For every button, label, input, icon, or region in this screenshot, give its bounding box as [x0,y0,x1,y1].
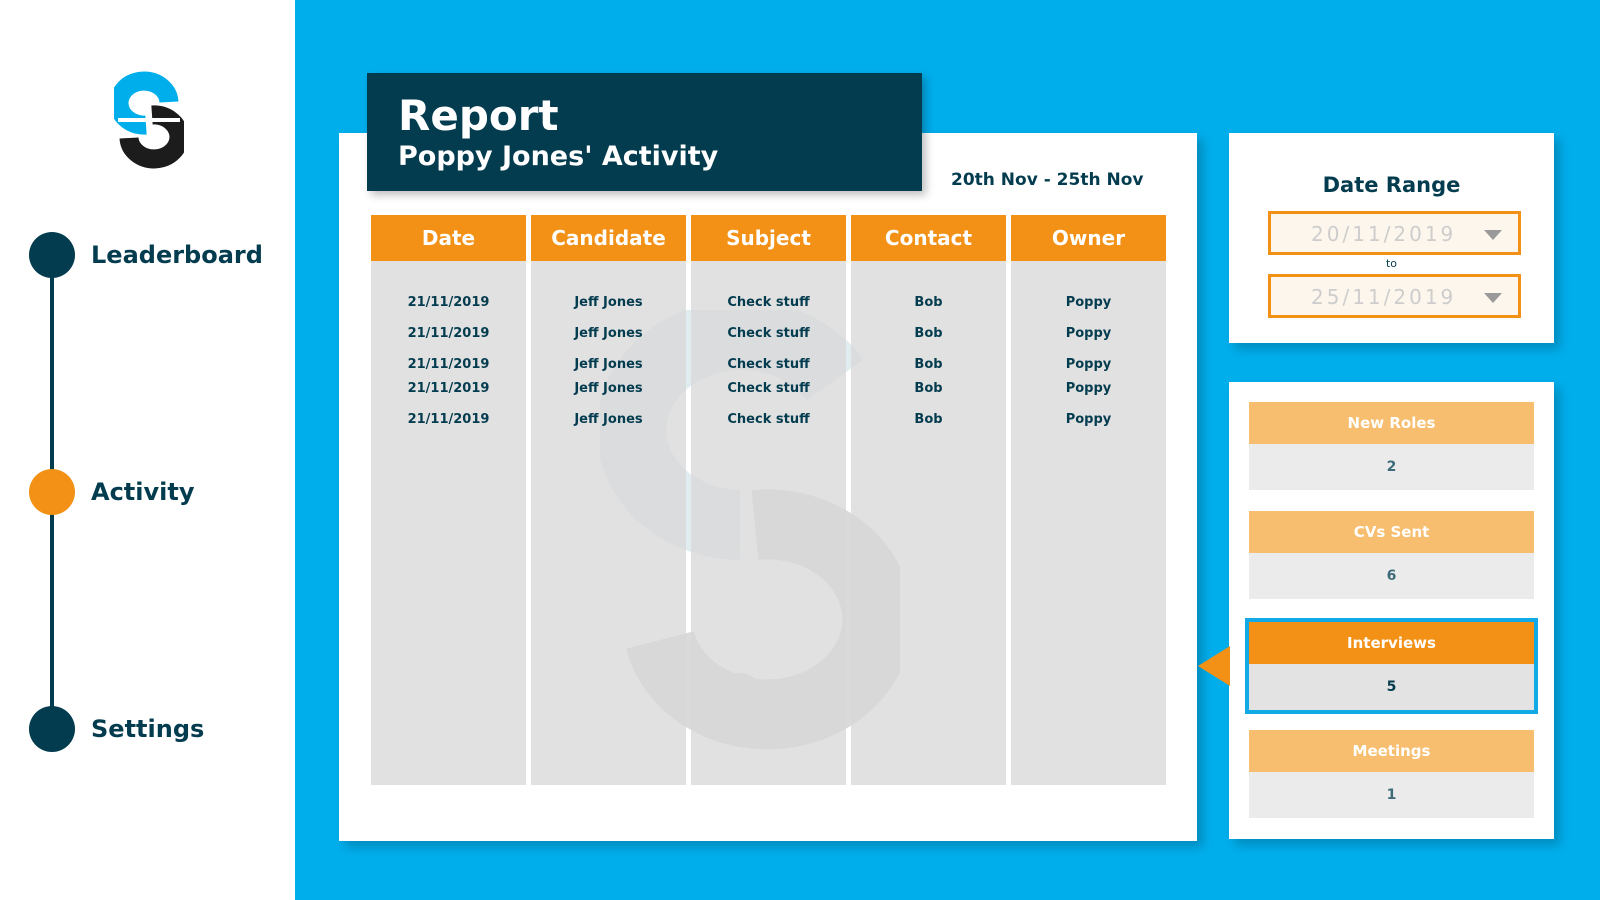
table-cell: Poppy [1065,357,1112,372]
sidebar-item-settings[interactable]: Settings [29,706,279,752]
table-cell: Bob [914,295,943,310]
table-column-contact: Contact Bob Bob Bob Bob Bob [851,215,1006,785]
sidebar-item-label: Activity [91,478,195,506]
selection-pointer-icon [1198,646,1230,686]
date-to-value: 25/11/2019 [1311,285,1457,309]
sidebar: Leaderboard Activity Settings [0,0,295,900]
table-cell: Jeff Jones [574,326,643,341]
table-cell: Check stuff [727,381,810,396]
page-subtitle: Poppy Jones' Activity [398,141,719,172]
page-title: Report [398,91,559,140]
stat-cvs-sent[interactable]: CVs Sent 6 [1249,511,1534,599]
stat-interviews[interactable]: Interviews 5 [1245,618,1538,714]
nav-dot-active-icon [29,469,75,515]
table-column-date: Date 21/11/2019 21/11/2019 21/11/2019 21… [371,215,526,785]
sidebar-item-activity[interactable]: Activity [29,469,279,515]
table-cell: Jeff Jones [574,412,643,427]
stat-label: Interviews [1249,622,1534,664]
table-column-owner: Owner Poppy Poppy Poppy Poppy Poppy [1011,215,1166,785]
column-header-contact[interactable]: Contact [851,215,1006,261]
stat-label: Meetings [1249,730,1534,772]
stat-new-roles[interactable]: New Roles 2 [1249,402,1534,490]
nav-dot-icon [29,706,75,752]
table-cell: Bob [914,357,943,372]
table-column-candidate: Candidate Jeff Jones Jeff Jones Jeff Jon… [531,215,686,785]
stat-label: CVs Sent [1249,511,1534,553]
sidebar-item-label: Settings [91,715,205,743]
column-header-date[interactable]: Date [371,215,526,261]
table-cell: Check stuff [727,326,810,341]
table-cell: Poppy [1065,412,1112,427]
table-cell: Bob [914,412,943,427]
table-cell: 21/11/2019 [407,295,490,310]
stat-value: 6 [1249,553,1534,599]
stat-label: New Roles [1249,402,1534,444]
stat-value: 1 [1249,772,1534,818]
table-cell: Bob [914,381,943,396]
sidebar-item-label: Leaderboard [91,241,263,269]
stat-meetings[interactable]: Meetings 1 [1249,730,1534,818]
to-label: to [1385,257,1398,270]
chevron-down-icon[interactable] [1484,293,1502,303]
table-cell: Check stuff [727,357,810,372]
table-cell: 21/11/2019 [407,326,490,341]
table-cell: Poppy [1065,381,1112,396]
date-to-dropdown[interactable]: 25/11/2019 [1268,274,1521,318]
table-cell: 21/11/2019 [407,357,490,372]
date-range-summary: 20th Nov - 25th Nov [951,170,1144,190]
column-header-subject[interactable]: Subject [691,215,846,261]
table-cell: Poppy [1065,295,1112,310]
column-header-candidate[interactable]: Candidate [531,215,686,261]
dollar-logo-icon [114,71,184,169]
table-cell: Jeff Jones [574,357,643,372]
table-cell: Jeff Jones [574,381,643,396]
table-cell: Check stuff [727,412,810,427]
date-from-value: 20/11/2019 [1311,222,1457,246]
sidebar-item-leaderboard[interactable]: Leaderboard [29,232,279,278]
report-header: Report Poppy Jones' Activity [367,73,922,191]
table-cell: 21/11/2019 [407,381,490,396]
date-from-dropdown[interactable]: 20/11/2019 [1268,211,1521,255]
table-column-subject: Subject Check stuff Check stuff Check st… [691,215,846,785]
stat-value: 2 [1249,444,1534,490]
date-range-title: Date Range [1322,173,1461,197]
stats-card: New Roles 2 CVs Sent 6 Interviews 5 Meet… [1229,382,1554,839]
table-cell: Jeff Jones [574,295,643,310]
table-cell: Check stuff [727,295,810,310]
nav-dot-icon [29,232,75,278]
stat-value: 5 [1249,664,1534,710]
date-range-card: Date Range 20/11/2019 to 25/11/2019 [1229,133,1554,343]
table-cell: Poppy [1065,326,1112,341]
chevron-down-icon[interactable] [1484,230,1502,240]
column-header-owner[interactable]: Owner [1011,215,1166,261]
table-cell: 21/11/2019 [407,412,490,427]
table-cell: Bob [914,326,943,341]
